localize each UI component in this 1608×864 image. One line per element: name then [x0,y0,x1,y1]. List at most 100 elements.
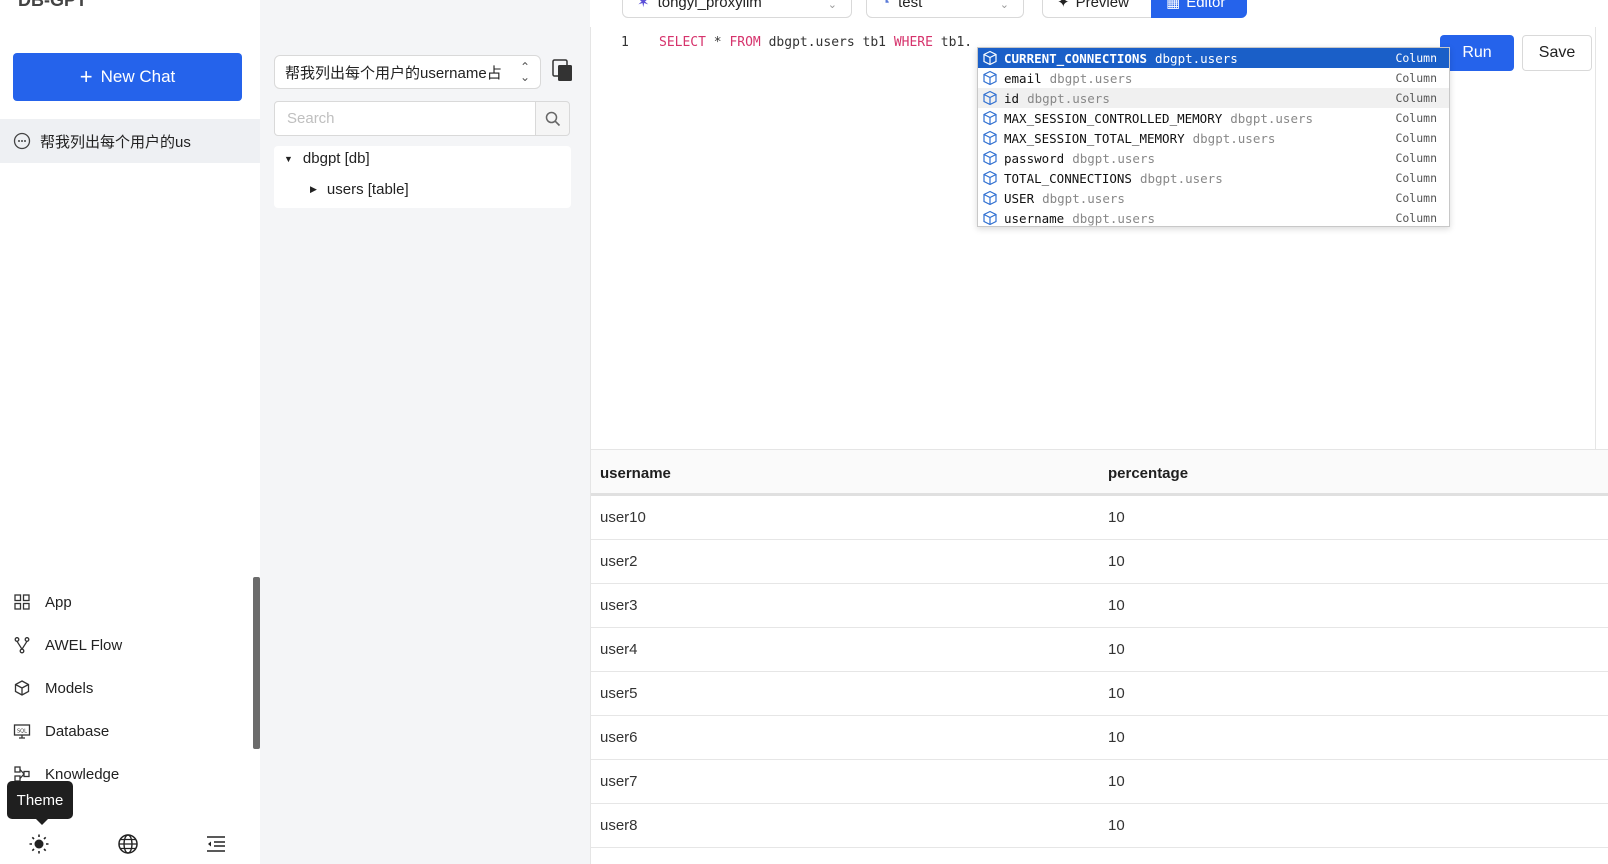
table-row[interactable]: user6 10 [591,716,1608,760]
column-cube-icon [983,70,997,86]
language-button[interactable] [115,831,141,857]
database-monitor-icon: SQL [13,724,31,739]
cell-percentage: 10 [1108,817,1125,834]
autocomplete-item-table: dbgpt.users [1042,190,1125,206]
theme-toggle-button[interactable] [26,831,52,857]
code-line[interactable]: SELECT * FROM dbgpt.users tb1 WHERE tb1. [659,35,972,50]
cell-username: user4 [600,641,638,658]
autocomplete-item-name: CURRENT_CONNECTIONS [1004,50,1147,66]
autocomplete-item-table: dbgpt.users [1072,150,1156,166]
autocomplete-item-name: MAX_SESSION_CONTROLLED_MEMORY [1004,110,1223,126]
cell-username: user8 [600,817,638,834]
search-button[interactable] [535,101,570,136]
schema-search-input[interactable]: Search [274,101,536,136]
flow-branch-icon [14,637,30,654]
column-cube-icon [983,50,997,66]
column-header-username[interactable]: username [600,465,671,482]
sql-keyword-select: SELECT [659,35,706,50]
table-row[interactable]: user3 10 [591,584,1608,628]
autocomplete-item[interactable]: MAX_SESSION_CONTROLLED_MEMORY dbgpt.users… [978,108,1449,128]
autocomplete-item[interactable]: email dbgpt.users Column [978,68,1449,88]
cell-username: user5 [600,685,638,702]
tab-preview[interactable]: ✦ Preview [1042,0,1152,18]
tab-preview-label: Preview [1075,0,1129,11]
search-icon [545,111,560,126]
run-button[interactable]: Run [1440,35,1514,71]
copy-icon [552,59,572,81]
chat-history-label: 帮我列出每个用户的us [40,133,191,151]
tab-editor[interactable]: ▦ Editor [1151,0,1247,18]
autocomplete-item-name: username [1004,210,1065,226]
autocomplete-item[interactable]: CURRENT_CONNECTIONS dbgpt.users Column [978,48,1449,68]
chat-bubble-icon [13,132,31,150]
tree-node-table-label: users [table] [326,181,409,198]
chevron-down-icon: ⌄ [827,0,837,11]
copy-button[interactable] [550,57,576,85]
sidebar-item-label: Models [45,679,94,697]
autocomplete-item[interactable]: MAX_SESSION_TOTAL_MEMORY dbgpt.users Colum… [978,128,1449,148]
cell-username: user3 [600,597,638,614]
plus-icon: + [79,64,93,89]
autocomplete-item-table: dbgpt.users [1192,130,1276,146]
autocomplete-item[interactable]: password dbgpt.users Column [978,148,1449,168]
database-select-value: test [898,0,923,11]
autocomplete-item[interactable]: USER dbgpt.users Column [978,188,1449,208]
sql-table-ref: dbgpt.users tb1 [768,35,886,50]
cell-username: user7 [600,773,638,790]
autocomplete-item-name: password [1004,150,1065,166]
sidebar-item-label: App [45,593,72,611]
language-globe-icon [118,834,138,854]
sidebar-item-database[interactable]: SQL Database [13,716,248,746]
query-history-select[interactable]: 帮我列出每个用户的username占 ⌃ ⌄ [274,55,541,89]
new-chat-button[interactable]: + New Chat [13,53,242,101]
model-select-value: tongyi_proxyllm [657,0,762,11]
app-grid-icon [14,594,30,610]
sidebar-item-awel-flow[interactable]: AWEL Flow [13,630,248,660]
table-row[interactable]: user4 10 [591,628,1608,672]
autocomplete-item-kind: Column [1395,111,1437,125]
sql-keyword-from: FROM [729,35,761,50]
autocomplete-item[interactable]: id dbgpt.users Column [978,88,1449,108]
column-header-percentage[interactable]: percentage [1108,465,1188,482]
save-button[interactable]: Save [1522,35,1592,71]
cell-username: user2 [600,553,638,570]
chat-history-item[interactable]: 帮我列出每个用户的us [0,119,260,163]
cell-percentage: 10 [1108,509,1125,526]
cell-percentage: 10 [1108,553,1125,570]
sidebar-item-label: Database [45,722,110,740]
column-cube-icon [983,150,997,166]
up-down-arrows-icon: ⌃ ⌄ [519,60,530,84]
table-row[interactable]: user7 10 [591,760,1608,804]
table-row[interactable]: user10 10 [591,496,1608,540]
table-row[interactable]: user8 10 [591,804,1608,848]
tree-node-db[interactable]: ▼ dbgpt [db] [284,150,370,167]
schema-tree: ▼ dbgpt [db] ▶ users [table] [274,146,571,208]
autocomplete-item-name: TOTAL_CONNECTIONS [1004,170,1132,186]
new-chat-label: New Chat [100,67,176,86]
table-row[interactable]: user5 10 [591,672,1608,716]
cell-percentage: 10 [1108,641,1125,658]
sidebar-item-label: Knowledge [45,765,120,783]
cube-icon [14,680,30,696]
query-history-value: 帮我列出每个用户的username占 [285,64,502,82]
table-row[interactable]: user2 10 [591,540,1608,584]
column-cube-icon [983,110,997,126]
autocomplete-item-table: dbgpt.users [1155,50,1238,66]
autocomplete-item-name: USER [1004,190,1035,206]
column-cube-icon [983,170,997,186]
model-select[interactable]: ✶ tongyi_proxyllm ⌄ [622,0,852,18]
autocomplete-item[interactable]: TOTAL_CONNECTIONS dbgpt.users Column [978,168,1449,188]
tree-node-table[interactable]: ▶ users [table] [310,181,409,198]
autocomplete-item-table: dbgpt.users [1027,90,1110,106]
sidebar-item-models[interactable]: Models [13,673,248,703]
editor-icon: ▦ [1166,0,1181,11]
cell-percentage: 10 [1108,685,1125,702]
sidebar-scrollbar[interactable] [253,577,260,749]
sidebar-item-app[interactable]: App [13,587,248,617]
column-cube-icon [983,190,997,206]
theme-tooltip: Theme [7,781,73,825]
database-select[interactable]: ◔ test ⌄ [866,0,1024,18]
autocomplete-item[interactable]: username dbgpt.users Column [978,208,1449,228]
collapse-sidebar-button[interactable] [203,831,229,857]
autocomplete-dropdown: CURRENT_CONNECTIONS dbgpt.users Column emai… [977,47,1450,227]
